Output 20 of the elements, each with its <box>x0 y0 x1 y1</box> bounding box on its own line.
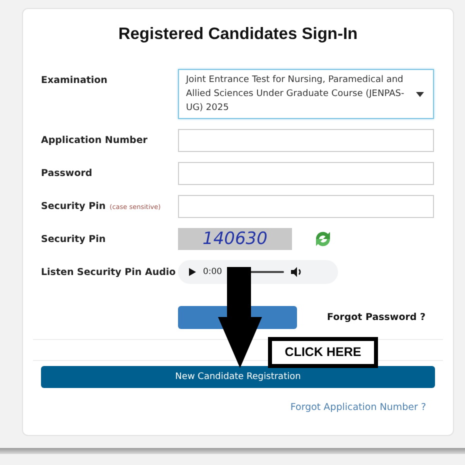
field-label: Security Pin <box>41 234 106 244</box>
field-label: Security Pin <box>41 201 106 212</box>
annotation-box: CLICK HERE <box>268 337 378 368</box>
field-label: Listen Security Pin Audio <box>41 266 176 278</box>
captcha-image: 140630 <box>178 228 292 250</box>
field-label: Examination <box>41 75 108 86</box>
caret-icon <box>416 92 424 96</box>
volume-icon[interactable] <box>291 267 302 277</box>
play-icon[interactable] <box>189 268 196 276</box>
registration-button[interactable]: New Candidate Registration <box>41 366 435 388</box>
exam-dropdown[interactable]: Joint Entrance Test for Nursing, Paramedical and Allied Sciences Under Graduate Course (JENPAS-UG) 2025 <box>178 69 434 119</box>
form-title: Registered Candidates Sign-In <box>117 25 359 44</box>
input-field[interactable] <box>178 195 434 218</box>
forgot-application-number-link[interactable]: Forgot Application Number ? <box>290 402 426 413</box>
input-field[interactable] <box>178 129 434 152</box>
forgot-password-link[interactable]: Forgot Password ? <box>327 312 426 323</box>
input-field[interactable] <box>178 162 434 185</box>
field-label: Application Number <box>41 135 148 146</box>
audio-progress-track[interactable] <box>248 270 284 274</box>
field-label: Password <box>41 168 92 179</box>
